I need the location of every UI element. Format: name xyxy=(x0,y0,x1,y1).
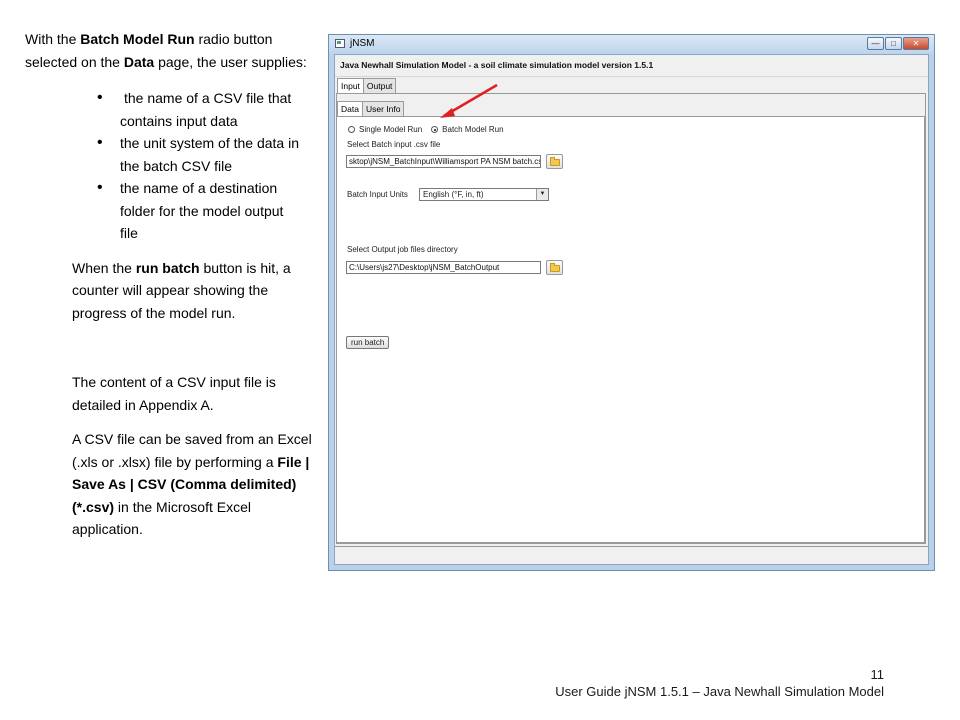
appendix-paragraph: The content of a CSV input file is detai… xyxy=(72,374,276,413)
chevron-down-icon[interactable]: ▼ xyxy=(536,189,548,200)
window-controls: — □ ✕ xyxy=(867,37,929,50)
bullet-line: file xyxy=(120,225,138,241)
window-client: Java Newhall Simulation Model - a soil c… xyxy=(334,54,929,565)
maximize-icon[interactable]: □ xyxy=(885,37,902,50)
radio-single-model-run[interactable] xyxy=(348,126,355,133)
bullet-item: the unit system of the data in the batch… xyxy=(25,132,325,177)
radio-single-label: Single Model Run xyxy=(359,125,423,134)
tab-data[interactable]: Data xyxy=(337,101,363,116)
page-number: 11 xyxy=(870,667,885,682)
bullet-item: the name of a CSV file that contains inp… xyxy=(25,87,325,132)
units-label: Batch Input Units xyxy=(347,190,408,199)
batch-file-label: Select Batch input .csv file xyxy=(347,140,441,149)
minimize-icon[interactable]: — xyxy=(867,37,884,50)
tab-output[interactable]: Output xyxy=(362,78,397,93)
inner-tabs: Data User Info xyxy=(337,101,405,116)
app-icon xyxy=(335,39,345,48)
batch-form: Single Model Run Batch Model Run Select … xyxy=(337,117,924,542)
bullet-item: the name of a destination folder for the… xyxy=(25,177,325,245)
document-title: User Guide jNSM 1.5.1 – Java Newhall Sim… xyxy=(555,684,884,699)
output-dir-input[interactable]: C:\Users\js27\Desktop\jNSM_BatchOutput xyxy=(346,261,541,274)
bullet-line: the unit system of the data in xyxy=(120,135,299,151)
run-batch-part: When the xyxy=(72,259,136,276)
intro-part: page, the user supplies: xyxy=(154,53,307,70)
bullet-line: the batch CSV file xyxy=(120,157,233,174)
outer-tabs: Input Output xyxy=(337,78,397,93)
intro-bold: Data xyxy=(123,53,155,70)
run-batch-button[interactable]: run batch xyxy=(346,336,390,349)
run-batch-paragraph: When the run batch button is hit, a coun… xyxy=(72,257,325,325)
intro-bold: Batch Model Run xyxy=(80,31,195,47)
output-dir-label: Select Output job files directory xyxy=(347,245,458,254)
bullet-list: the name of a CSV file that contains inp… xyxy=(25,87,325,245)
batch-file-input[interactable]: sktop\jNSM_BatchInput\Williamsport PA NS… xyxy=(346,155,541,168)
tab-input[interactable]: Input xyxy=(337,78,364,93)
jnsm-window: jNSM — □ ✕ Java Newhall Simulation Model… xyxy=(328,34,935,571)
radio-batch-model-run[interactable] xyxy=(431,126,439,133)
bullet-line: the name of a destination xyxy=(120,180,278,196)
page-footer: 11 User Guide jNSM 1.5.1 – Java Newhall … xyxy=(555,666,884,700)
radio-batch-label: Batch Model Run xyxy=(442,125,504,134)
excel-paragraph: A CSV file can be saved from an Excel (.… xyxy=(72,428,325,541)
tab-user-info[interactable]: User Info xyxy=(361,101,405,116)
app-title: Java Newhall Simulation Model - a soil c… xyxy=(340,60,654,70)
app-header: Java Newhall Simulation Model - a soil c… xyxy=(335,55,928,77)
run-mode-radios: Single Model Run Batch Model Run xyxy=(348,125,513,134)
browse-output-dir-button[interactable] xyxy=(546,260,563,275)
guide-text: With the Batch Model Run radio button se… xyxy=(25,28,325,541)
excel-part: A CSV file can be saved from an Excel (.… xyxy=(72,431,312,470)
bullet-line: contains input data xyxy=(120,112,238,129)
annotation-arrow xyxy=(440,83,498,118)
folder-icon xyxy=(550,263,560,272)
intro-paragraph: With the Batch Model Run radio button se… xyxy=(25,28,325,73)
window-titlebar[interactable]: jNSM — □ ✕ xyxy=(329,35,934,54)
window-title: jNSM xyxy=(350,38,375,49)
run-batch-bold: run batch xyxy=(135,259,200,276)
intro-part: With the xyxy=(25,31,81,47)
folder-icon xyxy=(550,157,560,166)
units-selected-value: English (°F, in, ft) xyxy=(423,190,484,199)
status-bar xyxy=(335,546,928,564)
browse-batch-file-button[interactable] xyxy=(546,154,563,169)
close-icon[interactable]: ✕ xyxy=(903,37,929,50)
bullet-line: folder for the model output xyxy=(120,202,284,219)
bullet-line: the name of a CSV file that xyxy=(124,90,292,106)
units-select[interactable]: English (°F, in, ft) ▼ xyxy=(419,188,549,201)
data-tab-panel: Single Model Run Batch Model Run Select … xyxy=(336,116,925,543)
